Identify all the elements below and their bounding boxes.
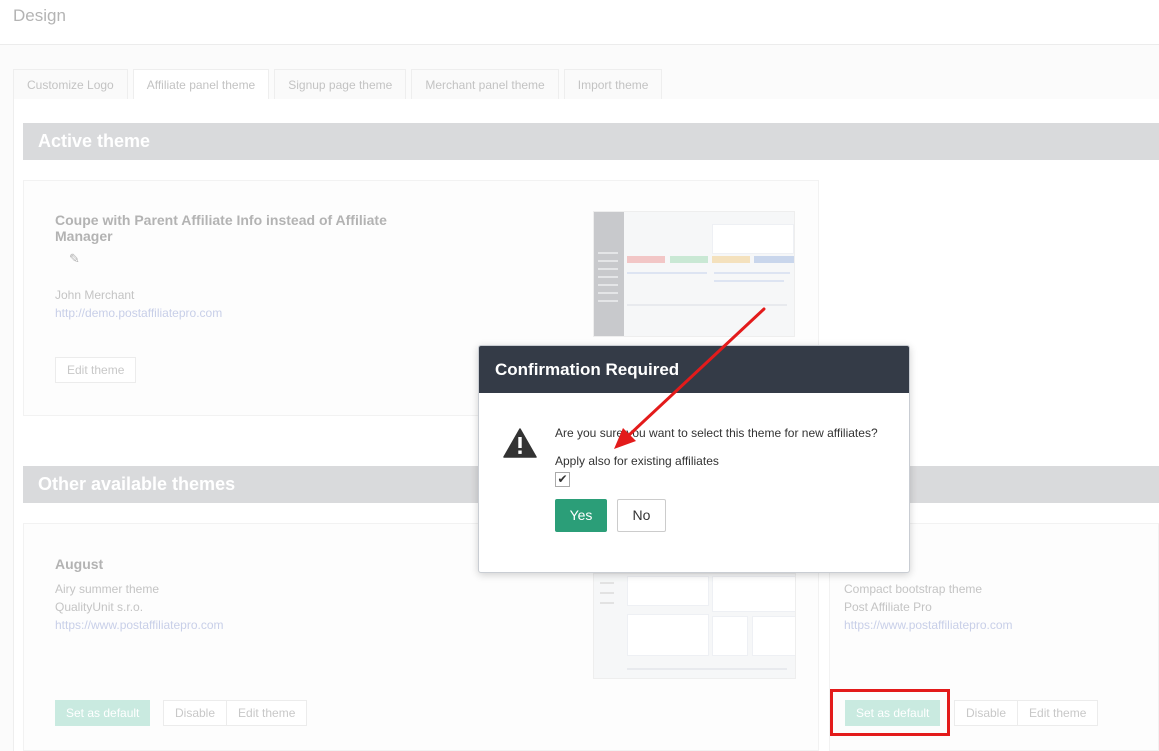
yes-button[interactable]: Yes bbox=[555, 499, 607, 532]
tab-merchant-panel-theme[interactable]: Merchant panel theme bbox=[411, 69, 559, 100]
august-set-default-button[interactable]: Set as default bbox=[55, 700, 151, 726]
compact-theme-url[interactable]: https://www.postaffiliatepro.com bbox=[844, 616, 1013, 634]
active-theme-header: Active theme bbox=[23, 123, 1159, 160]
august-theme-author: QualityUnit s.r.o. bbox=[55, 600, 144, 614]
tab-signup-page-theme[interactable]: Signup page theme bbox=[274, 69, 407, 100]
dialog-message: Are you sure you want to select this the… bbox=[555, 426, 878, 440]
apply-existing-label: Apply also for existing affiliates bbox=[555, 454, 719, 468]
page-title: Design bbox=[13, 6, 66, 25]
august-theme-url[interactable]: https://www.postaffiliatepro.com bbox=[55, 616, 224, 634]
compact-disable-button[interactable]: Disable bbox=[954, 700, 1019, 726]
active-theme-thumbnail bbox=[593, 211, 795, 337]
august-disable-button[interactable]: Disable bbox=[163, 700, 228, 726]
pencil-icon[interactable]: ✎ bbox=[69, 251, 80, 267]
august-button-group: Disable Edit theme bbox=[163, 700, 308, 726]
confirmation-dialog: Confirmation Required Are you sure you w… bbox=[478, 345, 910, 573]
active-theme-name-line1: Coupe with Parent Affiliate Info instead… bbox=[55, 212, 387, 228]
active-theme-name-line2: Manager bbox=[55, 228, 113, 244]
apply-existing-checkbox[interactable]: ✔ bbox=[555, 472, 570, 487]
compact-theme-author: Post Affiliate Pro bbox=[844, 600, 932, 614]
august-edit-theme-button[interactable]: Edit theme bbox=[226, 700, 308, 726]
thumbnail-sidebar bbox=[594, 212, 624, 336]
page-header: Design bbox=[0, 0, 1159, 45]
annotation-highlight-box bbox=[830, 689, 950, 736]
august-theme-description: Airy summer theme bbox=[55, 582, 160, 596]
warning-icon bbox=[503, 428, 537, 461]
active-edit-theme-button[interactable]: Edit theme bbox=[55, 357, 137, 383]
active-theme-url[interactable]: http://demo.postaffiliatepro.com bbox=[55, 304, 222, 322]
tab-customize-logo[interactable]: Customize Logo bbox=[13, 69, 128, 100]
tab-bar: Customize Logo Affiliate panel theme Sig… bbox=[13, 69, 667, 100]
august-theme-thumbnail bbox=[593, 573, 796, 679]
august-theme-name: August bbox=[55, 556, 104, 572]
tab-import-theme[interactable]: Import theme bbox=[563, 69, 663, 100]
dialog-title: Confirmation Required bbox=[479, 346, 909, 393]
compact-theme-description: Compact bootstrap theme bbox=[844, 582, 983, 596]
compact-button-group: Disable Edit theme bbox=[954, 700, 1099, 726]
active-theme-author: John Merchant bbox=[55, 288, 135, 302]
no-button[interactable]: No bbox=[617, 499, 666, 532]
design-page: Design Customize Logo Affiliate panel th… bbox=[0, 0, 1159, 751]
compact-edit-theme-button[interactable]: Edit theme bbox=[1017, 700, 1099, 726]
tab-affiliate-panel-theme[interactable]: Affiliate panel theme bbox=[132, 69, 270, 100]
